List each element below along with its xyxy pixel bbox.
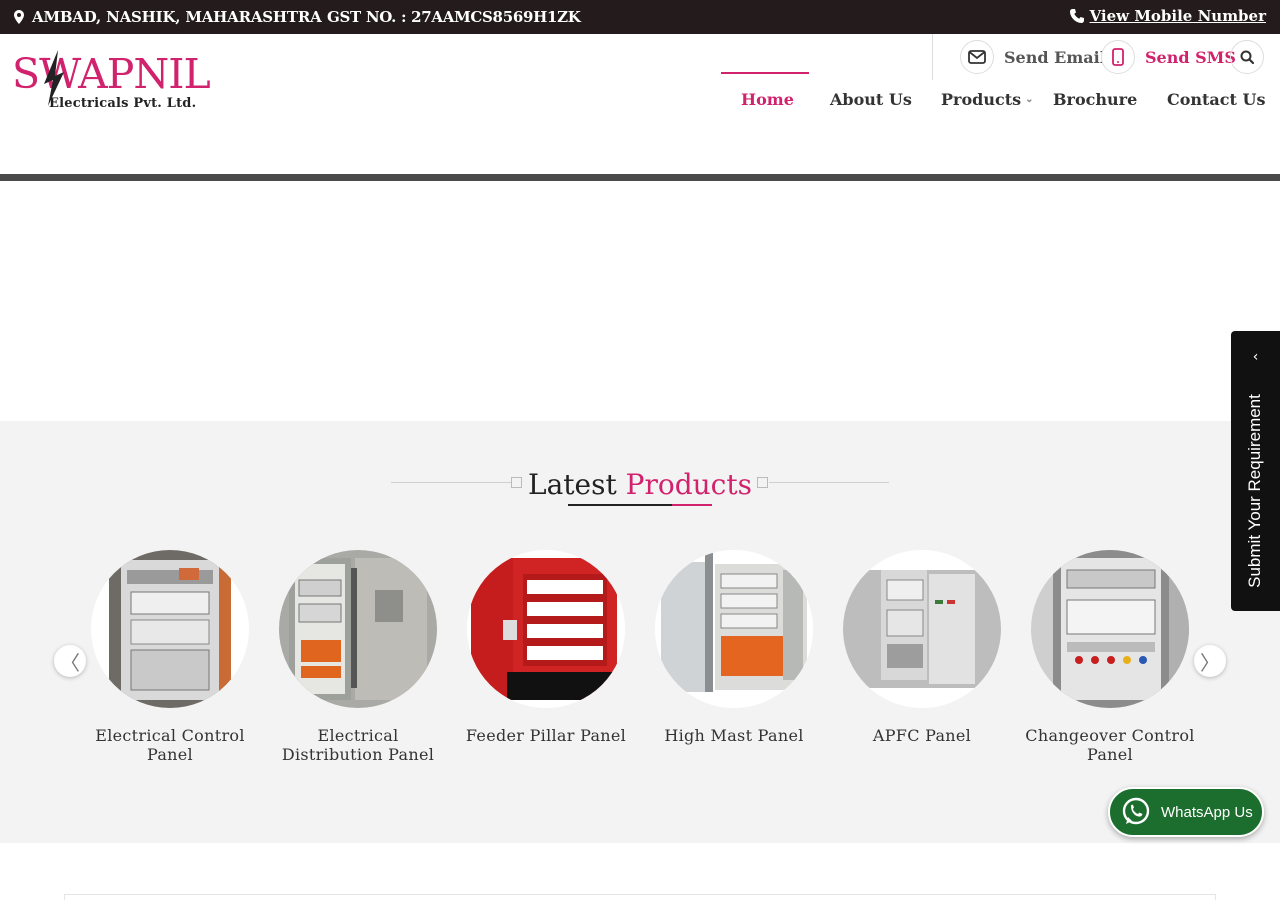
nav-active-indicator: [721, 72, 809, 74]
product-card[interactable]: Electrical Control Panel: [80, 550, 260, 764]
map-pin-icon: [14, 10, 24, 24]
send-sms-label: Send SMS: [1145, 47, 1236, 67]
product-name[interactable]: APFC Panel: [832, 726, 1012, 745]
mobile-phone-icon: [1101, 40, 1135, 74]
product-name[interactable]: High Mast Panel: [644, 726, 824, 745]
product-image[interactable]: [1031, 550, 1189, 708]
product-name[interactable]: Electrical Control Panel: [80, 726, 260, 764]
search-icon: [1240, 50, 1254, 64]
main-nav: Home About Us Products ⌄ Brochure Contact…: [0, 70, 1280, 120]
send-email-button[interactable]: Send Email: [960, 40, 1106, 74]
top-bar: AMBAD, NASHIK, MAHARASHTRA GST NO. : 27A…: [0, 0, 1280, 34]
header-bottom-border: [0, 174, 1280, 181]
send-email-label: Send Email: [1004, 47, 1106, 67]
view-mobile-link[interactable]: View Mobile Number: [1069, 7, 1266, 25]
product-card[interactable]: Changeover Control Panel: [1020, 550, 1200, 764]
product-image[interactable]: [279, 550, 437, 708]
send-sms-button[interactable]: Send SMS: [1101, 40, 1236, 74]
product-image[interactable]: [843, 550, 1001, 708]
submit-requirement-label: Submit Your Requirement: [1245, 394, 1264, 588]
nav-item-products[interactable]: Products ⌄: [941, 90, 1033, 109]
nav-item-contact-us[interactable]: Contact Us: [1167, 90, 1265, 109]
nav-item-brochure[interactable]: Brochure: [1053, 90, 1137, 109]
whatsapp-label: WhatsApp Us: [1161, 803, 1253, 821]
product-card[interactable]: Feeder Pillar Panel: [456, 550, 636, 745]
product-name[interactable]: Changeover Control Panel: [1020, 726, 1200, 764]
gst-number: GST NO. : 27AAMCS8569H1ZK: [327, 8, 581, 26]
phone-icon: [1069, 9, 1084, 23]
product-image[interactable]: [91, 550, 249, 708]
whatsapp-button[interactable]: WhatsApp Us: [1108, 787, 1264, 837]
title-underline-accent: [672, 504, 712, 506]
title-underline: [568, 504, 672, 506]
nav-item-products-label: Products: [941, 90, 1022, 109]
envelope-icon: [960, 40, 994, 74]
chevron-down-icon: ⌄: [1025, 94, 1034, 105]
location-text: AMBAD, NASHIK, MAHARASHTRA: [32, 8, 322, 26]
section-title-main: Latest: [528, 468, 617, 501]
latest-products-section: Latest Products 〈 〉 Electrical Control P…: [0, 421, 1280, 843]
product-name[interactable]: Electrical Distribution Panel: [268, 726, 448, 764]
site-header: SWAPNIL Electricals Pvt. Ltd. Send Email…: [0, 34, 1280, 174]
next-section-edge: [64, 894, 1216, 900]
view-mobile-label: View Mobile Number: [1089, 7, 1266, 25]
section-title-accent: Products: [625, 468, 752, 501]
product-card[interactable]: Electrical Distribution Panel: [268, 550, 448, 764]
search-button[interactable]: [1230, 40, 1264, 74]
chevron-left-icon: ‹: [1252, 349, 1259, 365]
whatsapp-icon: [1122, 797, 1150, 825]
submit-requirement-tab[interactable]: ‹ Submit Your Requirement: [1231, 331, 1280, 611]
product-card[interactable]: APFC Panel: [832, 550, 1012, 745]
section-title: Latest Products: [0, 468, 1280, 501]
chevron-left-icon: 〈: [60, 650, 80, 675]
product-image[interactable]: [467, 550, 625, 708]
nav-item-about-us[interactable]: About Us: [830, 90, 912, 109]
product-card[interactable]: High Mast Panel: [644, 550, 824, 745]
nav-item-home[interactable]: Home: [741, 90, 794, 109]
product-image[interactable]: [655, 550, 813, 708]
product-name[interactable]: Feeder Pillar Panel: [456, 726, 636, 745]
location: AMBAD, NASHIK, MAHARASHTRA: [14, 8, 322, 26]
chevron-right-icon: 〉: [1200, 650, 1220, 675]
